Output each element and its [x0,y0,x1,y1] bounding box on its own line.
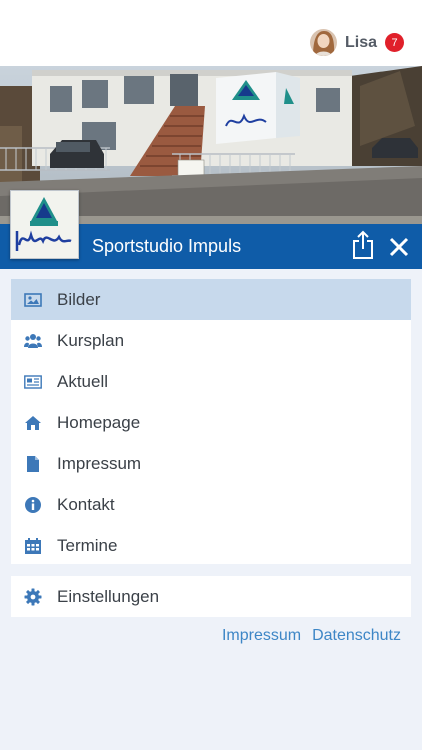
newspaper-icon [24,375,42,389]
menu-item-aktuell[interactable]: Aktuell [11,361,411,402]
close-button[interactable] [387,235,411,259]
notification-badge[interactable]: 7 [385,33,404,52]
footer-links: Impressum Datenschutz [222,627,401,645]
menu-item-homepage[interactable]: Homepage [11,402,411,443]
top-bar: Lisa 7 [0,0,422,66]
menu-item-label: Kontakt [57,495,115,514]
menu-item-label: Homepage [57,413,141,432]
home-icon [25,416,41,430]
datenschutz-link[interactable]: Datenschutz [312,627,401,645]
close-icon [389,237,409,257]
menu-item-kontakt[interactable]: Kontakt [11,484,411,525]
menu-item-label: Termine [57,536,118,555]
studio-name: Sportstudio Impuls [92,236,242,256]
avatar[interactable] [309,29,337,56]
menu-item-label: Aktuell [57,372,109,391]
menu-item-bilder[interactable]: Bilder [11,279,411,320]
image-icon [24,293,42,307]
settings-label: Einstellungen [57,587,160,606]
calendar-icon [25,538,41,554]
share-icon [353,230,373,259]
user-profile[interactable]: Lisa 7 [309,29,404,56]
user-name: Lisa [344,33,377,51]
menu-item-impressum[interactable]: Impressum [11,443,411,484]
info-icon [25,497,41,513]
impressum-link[interactable]: Impressum [222,627,301,645]
menu-item-kursplan[interactable]: Kursplan [11,320,411,361]
menu-item-label: Impressum [57,454,142,473]
menu-item-label: Bilder [57,290,101,309]
menu-item-einstellungen[interactable]: Einstellungen [11,576,411,617]
file-icon [27,456,39,472]
main-menu: Bilder Kursplan Aktuell Homepage Impress… [11,279,411,564]
studio-logo [10,190,79,259]
gear-icon [24,588,42,606]
menu-item-termine[interactable]: Termine [11,525,411,566]
users-icon [24,334,42,348]
share-button[interactable] [350,230,376,260]
menu-item-label: Kursplan [57,331,125,350]
